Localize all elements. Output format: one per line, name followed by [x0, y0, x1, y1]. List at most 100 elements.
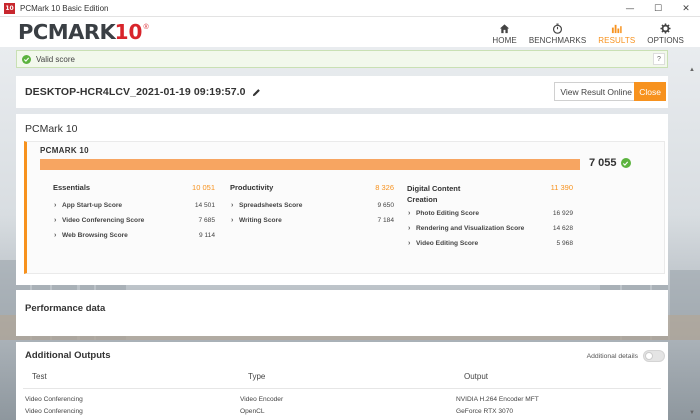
group-header: Essentials 10 051 — [53, 183, 215, 195]
scroll-up-arrow-icon[interactable]: ▲ — [689, 67, 695, 73]
subscore-row[interactable]: › Spreadsheets Score 9 650 — [230, 201, 394, 216]
edit-pencil-icon[interactable] — [252, 88, 261, 97]
vertical-scrollbar[interactable] — [686, 47, 700, 420]
score-bar-track — [40, 159, 580, 170]
subscore-value: 14 628 — [552, 225, 573, 232]
subscore-value: 9 650 — [377, 202, 394, 209]
additional-details-label: Additional details — [586, 353, 638, 360]
total-score-value: 7 055 — [589, 157, 617, 169]
scroll-down-arrow-icon[interactable]: ▼ — [689, 410, 695, 416]
close-window-button[interactable]: ✕ — [672, 0, 700, 17]
subscore-row[interactable]: › Video Conferencing Score 7 685 — [53, 216, 215, 231]
logo-number: 10 — [114, 20, 143, 44]
valid-score-banner: Valid score ? — [16, 50, 668, 68]
nav-benchmarks[interactable]: BENCHMARKS — [523, 17, 592, 45]
subscore-value: 7 184 — [377, 217, 394, 224]
performance-data-card[interactable]: Performance data — [16, 290, 668, 336]
subscore-name: App Start-up Score — [62, 202, 123, 209]
window-title: PCMark 10 Basic Edition — [20, 3, 109, 13]
help-button[interactable]: ? — [653, 53, 665, 65]
cell-type: OpenCL — [240, 408, 265, 415]
subscore-name: Writing Score — [239, 217, 282, 224]
additional-outputs-title: Additional Outputs — [25, 350, 111, 361]
chevron-right-icon: › — [54, 232, 57, 239]
subscore-value: 9 114 — [198, 232, 215, 239]
chevron-right-icon: › — [54, 217, 57, 224]
chevron-right-icon: › — [408, 210, 411, 217]
nav-results[interactable]: RESULTS — [592, 17, 641, 45]
group-productivity: Productivity 8 326 › Spreadsheets Score … — [230, 183, 394, 231]
column-type: Type — [248, 372, 266, 381]
chevron-right-icon: › — [231, 217, 234, 224]
table-row: Video Conferencing Video Encoder NVIDIA … — [23, 396, 643, 407]
result-header: DESKTOP-HCR4LCV_2021-01-19 09:19:57.0 Vi… — [16, 76, 668, 108]
chevron-right-icon: › — [408, 240, 411, 247]
subscore-row[interactable]: › Writing Score 7 184 — [230, 216, 394, 231]
subscore-name: Video Editing Score — [416, 240, 479, 247]
subscore-value: 7 685 — [198, 217, 215, 224]
total-score: 7 055 — [589, 157, 631, 169]
subscore-value: 14 501 — [194, 202, 215, 209]
score-box-title: PCMARK 10 — [40, 146, 89, 155]
valid-score-text: Valid score — [36, 54, 75, 64]
app-header: PCMARK 10 ® HOME BENCHMARKS RESULTS OPTI… — [0, 17, 700, 47]
subscore-row[interactable]: › Photo Editing Score 16 929 — [407, 209, 573, 224]
nav-options-label: OPTIONS — [647, 36, 684, 45]
subscore-name: Web Browsing Score — [62, 232, 128, 239]
subscore-row[interactable]: › Video Editing Score 5 968 — [407, 239, 573, 254]
outputs-table-header: Test Type Output — [32, 372, 652, 384]
performance-data-title: Performance data — [25, 303, 106, 314]
check-circle-icon — [22, 54, 31, 64]
table-row: Video Conferencing OpenCL GeForce RTX 30… — [23, 408, 643, 419]
additional-outputs-card: Additional Outputs Additional details Te… — [16, 342, 668, 420]
column-output: Output — [464, 372, 489, 381]
gear-icon — [660, 22, 671, 34]
logo-text: PCMARK — [18, 20, 116, 44]
nav-home[interactable]: HOME — [486, 17, 522, 45]
group-essentials: Essentials 10 051 › App Start-up Score 1… — [53, 183, 215, 246]
window-controls: — ☐ ✕ — [616, 0, 700, 17]
pcmark10-card: PCMark 10 PCMARK 10 7 055 Essentials 10 … — [16, 114, 668, 285]
app-icon: 10 — [4, 2, 15, 14]
subscore-value: 5 968 — [556, 240, 573, 247]
chevron-right-icon: › — [231, 202, 234, 209]
chevron-right-icon: › — [408, 225, 411, 232]
bar-chart-icon — [611, 22, 622, 34]
subscore-value: 16 929 — [552, 210, 573, 217]
view-result-online-button[interactable]: View Result Online — [554, 82, 638, 101]
window-titlebar: 10 PCMark 10 Basic Edition — ☐ ✕ — [0, 0, 700, 17]
subscore-row[interactable]: › Rendering and Visualization Score 14 6… — [407, 224, 573, 239]
group-score: 8 326 — [375, 183, 394, 192]
subscore-name: Video Conferencing Score — [62, 217, 145, 224]
card-title: PCMark 10 — [25, 123, 78, 135]
score-bar-fill — [40, 159, 580, 170]
minimize-button[interactable]: — — [616, 0, 644, 17]
nav-home-label: HOME — [492, 36, 517, 45]
toggle-knob — [645, 352, 653, 360]
subscore-name: Rendering and Visualization Score — [416, 225, 525, 232]
group-name: Productivity — [230, 183, 274, 192]
nav-options[interactable]: OPTIONS — [641, 17, 690, 45]
pcmark-logo: PCMARK 10 ® — [18, 20, 149, 44]
subscore-row[interactable]: › Web Browsing Score 9 114 — [53, 231, 215, 246]
cell-output: NVIDIA H.264 Encoder MFT — [456, 396, 539, 403]
logo-registered-mark: ® — [143, 24, 149, 31]
home-icon — [499, 22, 510, 34]
table-divider — [23, 388, 661, 389]
chevron-right-icon: › — [54, 202, 57, 209]
group-name: Digital Content Creation — [407, 184, 461, 204]
column-test: Test — [32, 372, 47, 381]
additional-details-toggle[interactable] — [643, 350, 665, 362]
subscore-name: Photo Editing Score — [416, 210, 480, 217]
group-name: Essentials — [53, 183, 91, 192]
maximize-button[interactable]: ☐ — [644, 0, 672, 17]
group-digital-content-creation: Digital Content Creation 11 390 › Photo E… — [407, 183, 573, 254]
stopwatch-icon — [552, 22, 563, 34]
cell-output: GeForce RTX 3070 — [456, 408, 514, 415]
group-score: 11 390 — [550, 183, 573, 192]
close-button[interactable]: Close — [634, 82, 666, 101]
cell-test: Video Conferencing — [25, 408, 83, 415]
nav-results-label: RESULTS — [598, 36, 636, 45]
subscore-row[interactable]: › App Start-up Score 14 501 — [53, 201, 215, 216]
score-box: PCMARK 10 7 055 Essentials 10 051 › App … — [24, 141, 665, 274]
